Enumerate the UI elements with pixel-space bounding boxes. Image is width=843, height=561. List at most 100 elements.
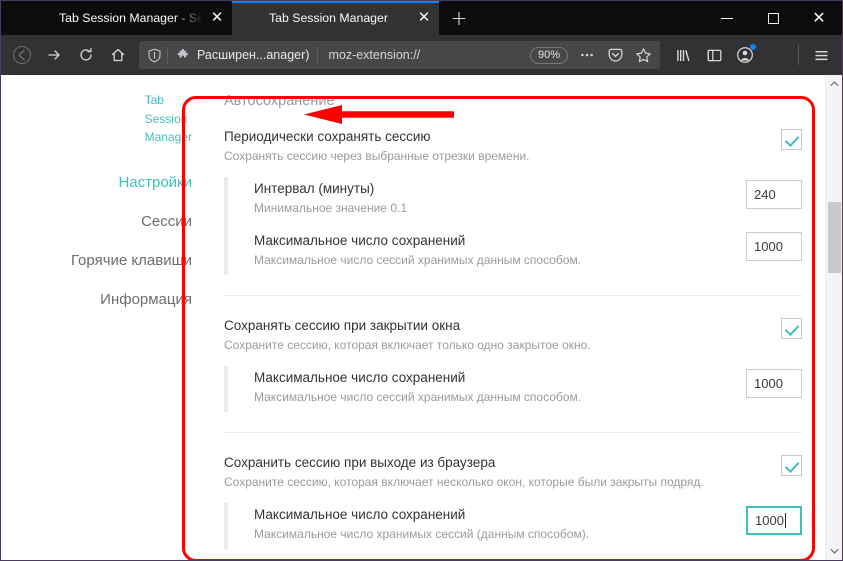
url-bar[interactable]: Расширен...anager) moz-extension:// 90%	[139, 41, 660, 69]
puzzle-piece-icon	[177, 48, 188, 57]
shield-icon[interactable]	[141, 43, 167, 67]
tabstrip-spacer	[1, 1, 22, 35]
setting-description: Сохраните сессию, которая включает неско…	[224, 475, 704, 489]
hamburger-menu-icon[interactable]	[806, 40, 836, 70]
setting-row[interactable]: Периодически сохранять сессию Сохранять …	[224, 127, 842, 165]
setting-description: Максимальное число сессий хранимых данны…	[254, 390, 582, 404]
extension-sidebar: Tab Session Manager Настройки Сессии Гор…	[1, 75, 198, 560]
toolbar-right-buttons	[668, 40, 836, 70]
browser-tab-2[interactable]: Tab Session Manager ✕	[232, 1, 439, 35]
tab-title: Tab Session Manager - Sess	[59, 11, 208, 25]
setting-text: Сохранить сессию при выходе из браузера …	[224, 453, 781, 491]
close-icon[interactable]: ✕	[208, 9, 226, 27]
sub-settings: Максимальное число сохранений Максимальн…	[224, 366, 842, 412]
tab-strip: Tab Session Manager - Sess ✕ Tab Session…	[1, 1, 842, 35]
url-input[interactable]: moz-extension://	[318, 48, 530, 62]
star-icon[interactable]	[630, 42, 656, 68]
setting-description: Максимальное число хранимых сессий (данн…	[254, 527, 590, 541]
floppy-disk-icon	[79, 89, 135, 145]
max-saves-input-focused[interactable]: 1000	[746, 506, 802, 535]
scroll-down-arrow-icon[interactable]	[826, 543, 842, 560]
sidebar-item-sessions[interactable]: Сессии	[1, 202, 198, 241]
setting-row[interactable]: Максимальное число сохранений Максимальн…	[254, 368, 842, 410]
setting-label: Сохранить сессию при выходе из браузера	[224, 455, 496, 470]
section-divider	[224, 295, 802, 296]
forward-arrow-icon[interactable]	[39, 40, 69, 70]
account-notification-dot	[750, 44, 756, 50]
setting-row[interactable]: Сохранить сессию при выходе из браузера …	[224, 453, 842, 491]
checkbox-periodic-save[interactable]	[781, 129, 802, 150]
settings-panel: Автосохранение Периодически сохранять се…	[198, 75, 842, 560]
setting-group-save-on-window-close: Сохранять сессию при закрытии окна Сохра…	[224, 316, 842, 412]
navigation-toolbar: Расширен...anager) moz-extension:// 90%	[1, 35, 842, 75]
close-icon[interactable]: ✕	[415, 9, 433, 27]
reload-icon[interactable]	[71, 40, 101, 70]
section-divider	[224, 432, 802, 433]
checkbox-save-on-browser-exit[interactable]	[781, 455, 802, 476]
setting-label: Сохранять сессию при закрытии окна	[224, 318, 461, 333]
sidebar-item-information[interactable]: Информация	[1, 280, 198, 319]
sidebar-icon[interactable]	[699, 40, 729, 70]
sidebar-item-settings[interactable]: Настройки	[1, 163, 198, 202]
ellipsis-icon[interactable]	[574, 42, 600, 68]
sub-settings: Максимальное число сохранений Максимальн…	[224, 503, 842, 549]
setting-label: Максимальное число сохранений	[254, 370, 466, 385]
page-title: Автосохранение	[224, 93, 335, 109]
toolbar-divider	[798, 45, 799, 65]
sidebar-item-hotkeys[interactable]: Горячие клавиши	[1, 241, 198, 280]
interval-minutes-input[interactable]: 240	[746, 180, 802, 209]
scroll-up-arrow-icon[interactable]	[826, 75, 842, 92]
brand-line-1: Tab	[144, 93, 164, 107]
new-tab-button[interactable]: +	[443, 3, 475, 35]
sub-settings: Интервал (минуты) Минимальное значение 0…	[224, 177, 842, 275]
tab-session-manager-icon[interactable]	[761, 40, 791, 70]
setting-text: Максимальное число сохранений Максимальн…	[254, 231, 746, 269]
account-icon[interactable]	[730, 40, 760, 70]
setting-description: Максимальное число сессий хранимых данны…	[254, 253, 582, 267]
home-icon[interactable]	[103, 40, 133, 70]
close-window-button[interactable]: ✕	[796, 1, 842, 35]
url-action-buttons	[574, 42, 656, 68]
setting-text: Периодически сохранять сессию Сохранять …	[224, 127, 781, 165]
window-controls: ✕	[704, 1, 842, 35]
brand-logo-block: Tab Session Manager	[79, 89, 198, 147]
browser-window: Tab Session Manager - Sess ✕ Tab Session…	[0, 0, 843, 561]
extension-identity-box[interactable]: Расширен...anager)	[168, 48, 317, 63]
tab-title: Tab Session Manager	[269, 11, 388, 25]
setting-label: Максимальное число сохранений	[254, 233, 466, 248]
setting-label: Периодически сохранять сессию	[224, 129, 431, 144]
maximize-button[interactable]	[750, 1, 796, 35]
setting-label: Максимальное число сохранений	[254, 507, 466, 522]
browser-tab-1[interactable]: Tab Session Manager - Sess ✕	[22, 1, 232, 35]
brand-line-2: Session	[144, 111, 188, 126]
setting-row[interactable]: Сохранять сессию при закрытии окна Сохра…	[224, 316, 842, 354]
setting-description: Сохраните сессию, которая включает тольк…	[224, 338, 591, 352]
max-saves-input[interactable]: 1000	[746, 369, 802, 398]
floppy-disk-icon	[244, 10, 260, 26]
brand-name: Tab Session Manager	[145, 89, 192, 147]
setting-row[interactable]: Максимальное число сохранений Максимальн…	[254, 231, 842, 273]
library-icon[interactable]	[668, 40, 698, 70]
zoom-level-badge[interactable]: 90%	[529, 46, 568, 64]
checkbox-save-on-window-close[interactable]	[781, 318, 802, 339]
setting-group-save-on-browser-exit: Сохранить сессию при выходе из браузера …	[224, 453, 842, 549]
page-content: Tab Session Manager Настройки Сессии Гор…	[1, 75, 842, 560]
pocket-icon[interactable]	[602, 42, 628, 68]
text-caret	[784, 513, 786, 528]
setting-row[interactable]: Максимальное число сохранений Максимальн…	[254, 505, 842, 547]
input-value: 1000	[755, 513, 784, 528]
setting-row[interactable]: Интервал (минуты) Минимальное значение 0…	[254, 179, 842, 231]
minimize-button[interactable]	[704, 1, 750, 35]
setting-text: Интервал (минуты) Минимальное значение 0…	[254, 179, 746, 217]
setting-text: Максимальное число сохранений Максимальн…	[254, 368, 746, 406]
setting-text: Сохранять сессию при закрытии окна Сохра…	[224, 316, 781, 354]
back-arrow-icon[interactable]	[7, 40, 37, 70]
scrollbar-thumb[interactable]	[828, 202, 841, 273]
max-saves-input[interactable]: 1000	[746, 232, 802, 261]
setting-group-periodic-save: Периодически сохранять сессию Сохранять …	[224, 127, 842, 275]
page-scrollbar[interactable]	[825, 75, 842, 560]
setting-description: Минимальное значение 0.1	[254, 201, 407, 215]
setting-label: Интервал (минуты)	[254, 181, 375, 196]
setting-text: Максимальное число сохранений Максимальн…	[254, 505, 746, 543]
brand-line-3: Manager	[144, 130, 192, 144]
